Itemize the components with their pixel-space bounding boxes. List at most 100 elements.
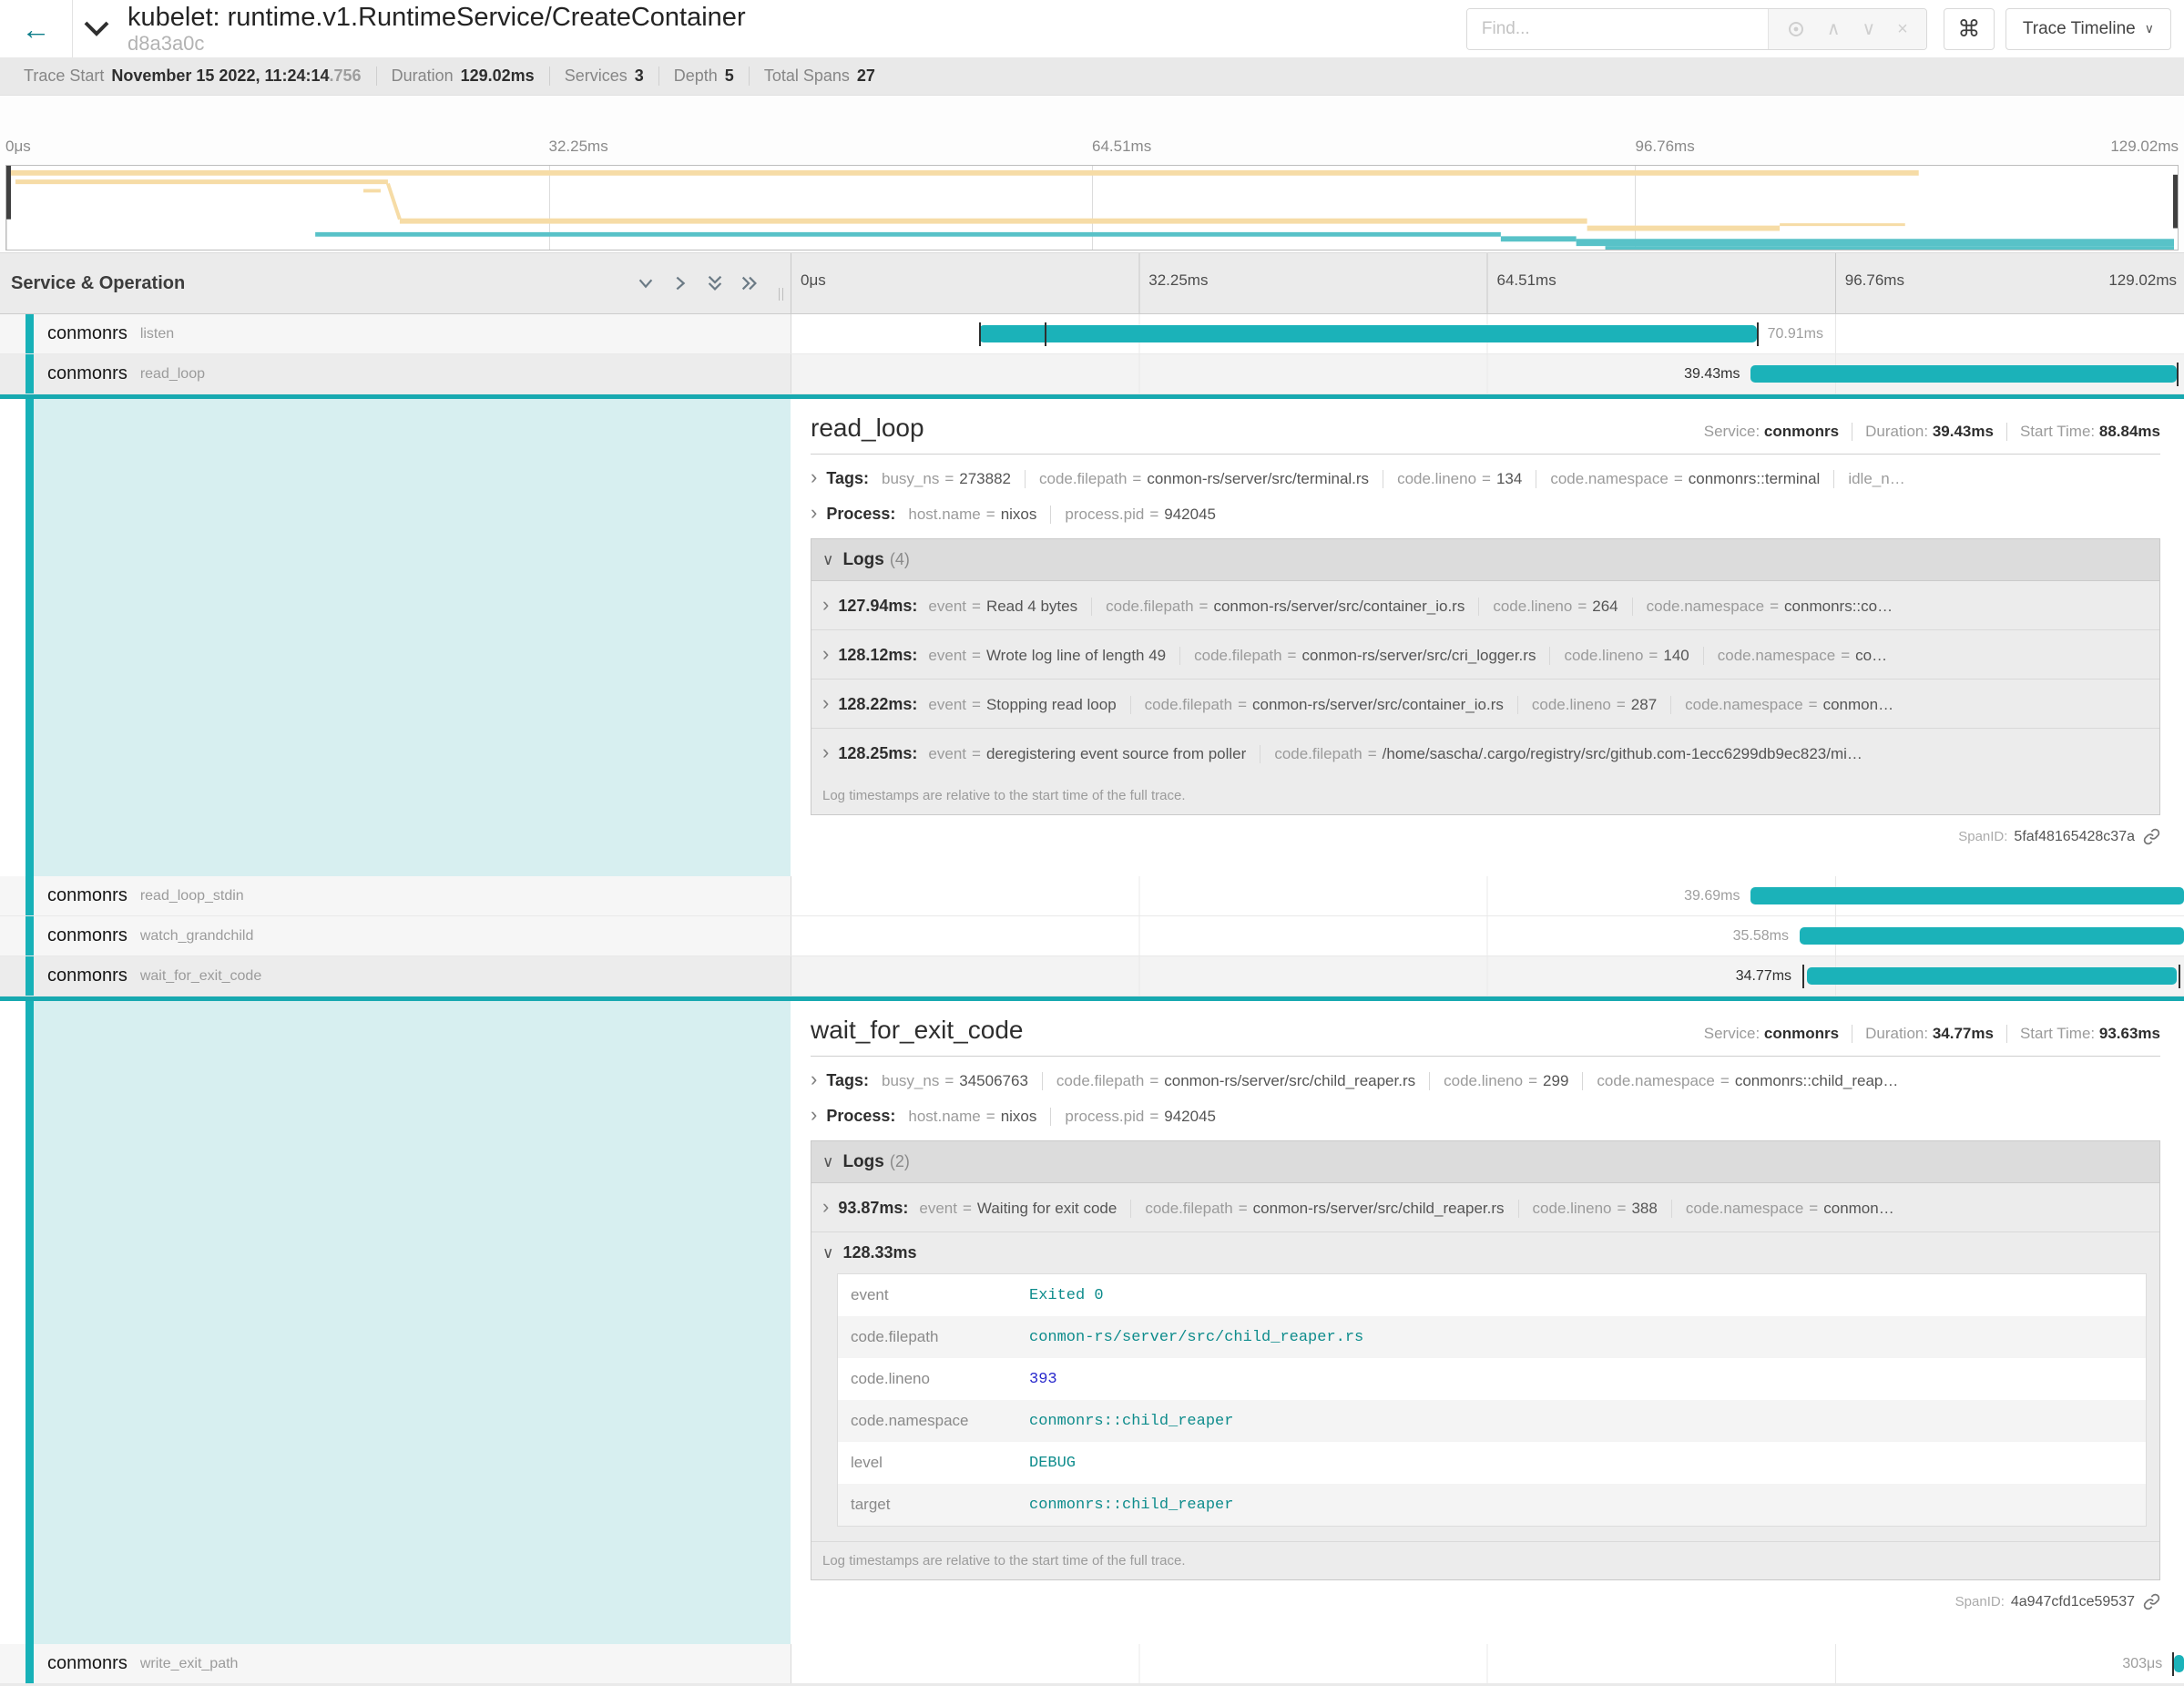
log-entry[interactable]: › 128.22ms: event=Stopping read loop cod… — [811, 680, 2159, 729]
focus-match-icon[interactable] — [1787, 20, 1805, 38]
spanid-row: SpanID: 4a947cfd1ce59537 — [811, 1593, 2160, 1610]
span-bar[interactable] — [1750, 887, 2184, 904]
span-row-read-loop[interactable]: conmonrs read_loop 39.43ms — [0, 354, 2184, 394]
log-marker — [979, 322, 981, 346]
find-group: ∧ ∨ × — [1466, 8, 1927, 50]
expand-all-icon[interactable] — [740, 273, 760, 293]
log-expanded-header[interactable]: ∨ 128.33ms — [822, 1243, 2147, 1262]
span-timeline-cell[interactable]: 35.58ms — [791, 916, 2184, 955]
process-tag: process.pid=942045 — [1065, 506, 1230, 524]
tag: code.namespace=conmonrs::child_reap… — [1597, 1072, 1912, 1090]
detail-header[interactable]: wait_for_exit_code Service: conmonrs Dur… — [811, 1016, 2160, 1045]
logs-header[interactable]: ∨ Logs (4) — [811, 539, 2159, 581]
expand-icon: › — [811, 467, 817, 487]
log-marker — [2172, 1652, 2174, 1676]
table-row: event Exited 0 — [838, 1274, 2146, 1316]
header-controls: ∧ ∨ × ⌘ Trace Timeline ∨ — [1466, 8, 2184, 50]
log-entry-expanded: ∨ 128.33ms event Exited 0 code.filepath … — [811, 1232, 2159, 1541]
span-name-cell[interactable]: conmonrs watch_grandchild — [0, 916, 791, 955]
back-arrow-icon: ← — [22, 15, 51, 44]
back-button[interactable]: ← — [0, 0, 73, 57]
find-tools: ∧ ∨ × — [1768, 9, 1926, 49]
tags-row[interactable]: › Tags: busy_ns=34506763 code.filepath=c… — [811, 1069, 2160, 1090]
trace-total-spans: Total Spans 27 — [750, 66, 890, 86]
collapse-one-icon[interactable] — [636, 273, 656, 293]
span-bar[interactable] — [979, 325, 1756, 342]
span-timeline-cell[interactable]: 39.43ms — [791, 354, 2184, 393]
spanid-row: SpanID: 5faf48165428c37a — [811, 828, 2160, 845]
process-tag: host.name=nixos — [908, 1108, 1051, 1126]
trace-view-dropdown[interactable]: Trace Timeline ∨ — [2005, 8, 2171, 50]
clear-find-icon[interactable]: × — [1897, 20, 1908, 38]
minimap-canvas[interactable] — [5, 165, 2179, 250]
service-color-accent — [26, 916, 34, 955]
span-row-wait-for-exit-code[interactable]: conmonrs wait_for_exit_code 34.77ms — [0, 956, 2184, 996]
log-entry[interactable]: › 93.87ms: event=Waiting for exit code c… — [811, 1183, 2159, 1232]
span-row-read-loop-stdin[interactable]: conmonrs read_loop_stdin 39.69ms — [0, 876, 2184, 916]
span-name-cell[interactable]: conmonrs read_loop — [0, 354, 791, 393]
span-detail-wait-for-exit-code: wait_for_exit_code Service: conmonrs Dur… — [0, 1001, 2184, 1644]
page-title: kubelet: runtime.v1.RuntimeService/Creat… — [128, 3, 746, 32]
span-duration-label: 39.69ms — [1684, 888, 1740, 904]
span-timeline-cell[interactable]: 39.69ms — [791, 876, 2184, 915]
span-duration-label: 303μs — [2122, 1656, 2162, 1672]
span-name-cell[interactable]: conmonrs read_loop_stdin — [0, 876, 791, 915]
span-timeline-cell[interactable]: 34.77ms — [791, 956, 2184, 996]
trace-title-collapse-toggle[interactable] — [73, 0, 120, 57]
span-timeline-cell[interactable]: 303μs — [791, 1644, 2184, 1683]
minimap-left-handle[interactable] — [6, 166, 11, 220]
minimap-right-handle[interactable] — [2173, 175, 2178, 229]
span-bar[interactable] — [1750, 365, 2177, 383]
logs-note: Log timestamps are relative to the start… — [811, 777, 2159, 814]
log-marker — [1045, 322, 1046, 346]
detail-header[interactable]: read_loop Service: conmonrs Duration: 39… — [811, 414, 2160, 443]
table-row: level DEBUG — [838, 1442, 2146, 1484]
collapse-all-icon[interactable] — [705, 273, 725, 293]
log-entry[interactable]: › 128.25ms: event=deregistering event so… — [811, 729, 2159, 777]
log-entry[interactable]: › 127.94ms: event=Read 4 bytes code.file… — [811, 581, 2159, 630]
next-match-icon[interactable]: ∨ — [1863, 20, 1876, 38]
expand-one-icon[interactable] — [670, 273, 690, 293]
span-bar[interactable] — [2174, 1655, 2184, 1672]
copy-link-icon[interactable] — [2143, 828, 2160, 845]
log-marker — [2177, 363, 2179, 386]
span-name-cell[interactable]: conmonrs write_exit_path — [0, 1644, 791, 1683]
expand-icon: › — [822, 1197, 829, 1217]
span-name-cell[interactable]: conmonrs wait_for_exit_code — [0, 956, 791, 996]
expand-icon: › — [822, 595, 829, 615]
prev-match-icon[interactable]: ∧ — [1827, 20, 1841, 38]
span-row-write-exit-path[interactable]: conmonrs write_exit_path 303μs — [0, 1644, 2184, 1684]
dropdown-caret-icon: ∨ — [2145, 21, 2154, 36]
collapse-icon: ∨ — [822, 1245, 833, 1261]
logs-header[interactable]: ∨ Logs (2) — [811, 1141, 2159, 1183]
span-name-cell[interactable]: conmonrs listen — [0, 314, 791, 353]
trace-minimap: 0μs 32.25ms 64.51ms 96.76ms 129.02ms — [0, 96, 2184, 252]
copy-link-icon[interactable] — [2143, 1593, 2160, 1610]
span-duration-label: 70.91ms — [1768, 326, 1823, 342]
trace-services: Services 3 — [550, 66, 659, 86]
detail-panel: read_loop Service: conmonrs Duration: 39… — [791, 399, 2184, 876]
span-row-watch-grandchild[interactable]: conmonrs watch_grandchild 35.58ms — [0, 916, 2184, 956]
collapse-icon: ∨ — [822, 552, 833, 567]
span-row-listen[interactable]: conmonrs listen 70.91ms — [0, 314, 2184, 354]
column-resizer-handle[interactable] — [779, 288, 783, 301]
span-bar[interactable] — [1807, 967, 2178, 985]
tag: code.lineno=134 — [1397, 470, 1536, 488]
span-timeline-cell[interactable]: 70.91ms — [791, 314, 2184, 353]
process-row[interactable]: › Process: host.name=nixos process.pid=9… — [811, 1105, 2160, 1126]
minimap-span-graph — [6, 166, 2178, 250]
service-operation-header: Service & Operation — [0, 253, 791, 313]
detail-panel: wait_for_exit_code Service: conmonrs Dur… — [791, 1001, 2184, 1644]
tags-row[interactable]: › Tags: busy_ns=273882 code.filepath=con… — [811, 467, 2160, 488]
keyboard-shortcuts-button[interactable]: ⌘ — [1944, 8, 1995, 50]
find-input[interactable] — [1467, 9, 1768, 49]
tag: idle_n… — [1848, 470, 1929, 488]
collapse-controls — [636, 273, 760, 293]
process-row[interactable]: › Process: host.name=nixos process.pid=9… — [811, 503, 2160, 524]
tag: code.filepath=conmon-rs/server/src/child… — [1056, 1072, 1430, 1090]
log-entry[interactable]: › 128.12ms: event=Wrote log line of leng… — [811, 630, 2159, 680]
span-bar[interactable] — [1800, 927, 2184, 945]
service-color-accent — [26, 314, 34, 353]
logs-note: Log timestamps are relative to the start… — [811, 1541, 2159, 1579]
service-color-accent — [26, 1644, 34, 1683]
